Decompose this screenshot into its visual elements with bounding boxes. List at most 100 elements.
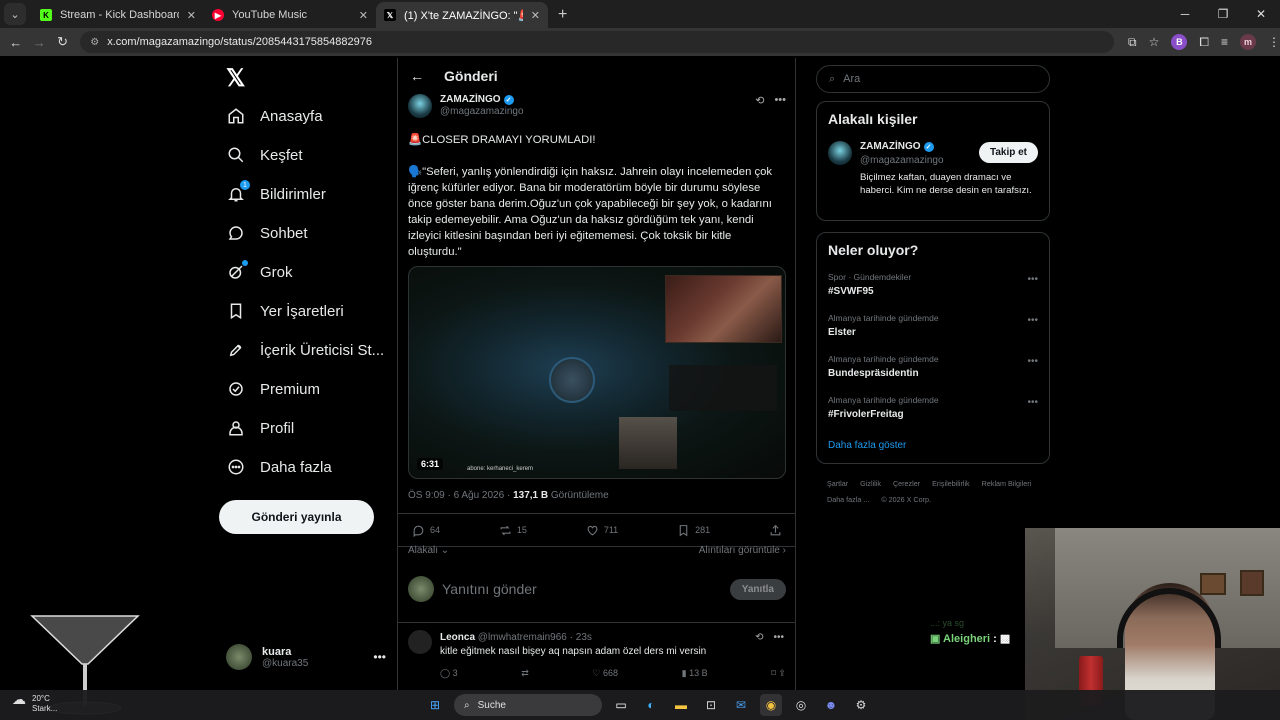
heart-icon xyxy=(587,525,598,535)
nav-premium[interactable]: Premium xyxy=(226,379,320,399)
bookmark-button[interactable]: 281 xyxy=(677,524,710,537)
nav-home[interactable]: Anasayfa xyxy=(226,106,323,126)
reply-submit-button[interactable]: Yanıtla xyxy=(729,578,786,600)
bookmark-icon[interactable]: ⌑ ⇪ xyxy=(771,668,786,679)
reply-input[interactable]: Yanıtını gönder xyxy=(442,581,537,597)
weather-widget[interactable]: ☁ 20°C Stark... xyxy=(12,692,57,714)
edge-icon[interactable]: ◐ xyxy=(640,694,662,716)
avatar[interactable] xyxy=(408,630,432,654)
avatar[interactable] xyxy=(828,141,852,165)
media-control-icon[interactable]: ≡ xyxy=(1221,35,1228,49)
more-dots-icon[interactable]: ••• xyxy=(1027,315,1038,326)
nav-bookmarks[interactable]: Yer İşaretleri xyxy=(226,301,344,321)
tab-youtube-music[interactable]: ▶ YouTube Music ✕ xyxy=(204,2,376,28)
nav-notifications[interactable]: 1 Bildirimler xyxy=(226,180,326,204)
show-more-link[interactable]: Daha fazla göster xyxy=(828,440,1038,451)
follow-button[interactable]: Takip et xyxy=(978,142,1038,163)
more-dots-icon[interactable]: ••• xyxy=(773,632,784,643)
nav-explore[interactable]: Keşfet xyxy=(226,145,303,165)
bookmark-star-icon[interactable]: ☆ xyxy=(1149,35,1160,49)
settings-gear-icon[interactable]: ⚙ xyxy=(850,694,872,716)
install-app-icon[interactable]: ⧉ xyxy=(1128,35,1137,50)
footer-link[interactable]: Şartlar xyxy=(827,476,848,492)
windows-start-icon[interactable]: ⊞ xyxy=(424,694,446,716)
chat-line: ...: ya sg xyxy=(930,618,965,628)
post-time[interactable]: ÖS 9:09 · 6 Ağu 2026 · xyxy=(408,490,513,501)
browser-menu-icon[interactable]: ⋮ xyxy=(1268,35,1280,49)
extension-icon[interactable]: B xyxy=(1171,34,1188,50)
nav-more[interactable]: Daha fazla xyxy=(226,457,332,477)
task-view-icon[interactable]: ▭ xyxy=(610,694,632,716)
grok-explain-icon[interactable]: ⟲ xyxy=(755,632,763,643)
trend-item[interactable]: Almanya tarihinde gündemde Bundespräside… xyxy=(828,352,1038,393)
forward-icon[interactable]: → xyxy=(27,35,50,50)
nav-chat[interactable]: Sohbet xyxy=(226,223,308,243)
reply-button[interactable]: ◯ 3 xyxy=(440,668,458,679)
footer-link[interactable]: Gizlilik xyxy=(860,476,881,492)
trend-item[interactable]: Almanya tarihinde gündemde Elster ••• xyxy=(828,311,1038,352)
site-info-icon[interactable]: ⚙ xyxy=(90,37,99,48)
back-arrow-icon[interactable]: ← xyxy=(410,68,424,84)
minimize-icon[interactable]: ─ xyxy=(1166,0,1204,28)
account-switcher[interactable]: kuara @kuara35 ••• xyxy=(226,644,386,670)
like-button[interactable]: 711 xyxy=(586,524,618,537)
extensions-puzzle-icon[interactable]: ⧠ xyxy=(1199,35,1209,50)
bookmark-icon xyxy=(679,524,688,536)
nav-grok[interactable]: Grok xyxy=(226,260,293,282)
file-explorer-icon[interactable]: ▬ xyxy=(670,694,692,716)
footer-link[interactable]: Erişilebilirlik xyxy=(932,476,970,492)
author-name-row[interactable]: ZAMAZİNGO ✓ xyxy=(440,94,524,105)
search-input[interactable]: ⌕ Ara xyxy=(816,65,1050,93)
store-icon[interactable]: ⊡ xyxy=(700,694,722,716)
view-quotes-link[interactable]: Alıntıları görüntüle › xyxy=(699,545,786,556)
taskbar-search[interactable]: ⌕ Suche xyxy=(454,694,602,716)
trend-item[interactable]: Almanya tarihinde gündemde #FrivolerFrei… xyxy=(828,393,1038,434)
reload-icon[interactable]: ↻ xyxy=(51,34,74,50)
tab-search-button[interactable]: ⌄ xyxy=(4,3,26,25)
profile-avatar[interactable]: m xyxy=(1240,34,1257,50)
reply-author-name[interactable]: Leonca xyxy=(440,632,475,643)
related-person[interactable]: ZAMAZİNGO ✓ @magazamazingo Takip et Biçil… xyxy=(828,141,1038,205)
nav-label: Sohbet xyxy=(260,224,308,242)
chrome-icon[interactable]: ◉ xyxy=(760,694,782,716)
back-icon[interactable]: ← xyxy=(4,35,27,50)
more-dots-icon[interactable]: ••• xyxy=(1027,274,1038,285)
nav-profile[interactable]: Profil xyxy=(226,418,294,438)
author-handle[interactable]: @magazamazingo xyxy=(440,106,524,117)
footer-link[interactable]: Daha fazla ... xyxy=(827,492,869,508)
url-field[interactable]: ⚙ x.com/magazamazingo/status/20854431758… xyxy=(80,31,1115,53)
obs-icon[interactable]: ◎ xyxy=(790,694,812,716)
tab-x-post[interactable]: 𝕏 (1) X'te ZAMAZİNGO: "🚨CLOSE ✕ xyxy=(376,2,548,28)
share-button[interactable] xyxy=(769,524,782,537)
sort-related-button[interactable]: Alakalı ⌄ xyxy=(408,545,449,556)
like-button[interactable]: ♡ 668 xyxy=(592,668,618,679)
restore-icon[interactable]: ❐ xyxy=(1204,0,1242,28)
trend-item[interactable]: Spor · Gündemdekiler #SVWF95 ••• xyxy=(828,270,1038,311)
discord-icon[interactable]: ☻ xyxy=(820,694,842,716)
mail-icon[interactable]: ✉ xyxy=(730,694,752,716)
repost-button[interactable]: 15 xyxy=(499,524,527,537)
more-dots-icon[interactable]: ••• xyxy=(1027,356,1038,367)
new-tab-icon[interactable]: + xyxy=(558,6,567,24)
close-tab-icon[interactable]: ✕ xyxy=(359,9,368,22)
more-dots-icon[interactable]: ••• xyxy=(774,94,786,118)
more-dots-icon[interactable]: ••• xyxy=(373,650,386,664)
footer-link[interactable]: Çerezler xyxy=(893,476,920,492)
close-window-icon[interactable]: ✕ xyxy=(1242,0,1280,28)
close-tab-icon[interactable]: ✕ xyxy=(531,9,540,22)
more-dots-icon[interactable]: ••• xyxy=(1027,397,1038,408)
nav-label: Yer İşaretleri xyxy=(260,302,344,320)
close-tab-icon[interactable]: ✕ xyxy=(187,9,196,22)
post-button[interactable]: Gönderi yayınla xyxy=(219,500,374,534)
repost-icon[interactable]: ⇄ xyxy=(521,668,529,679)
nav-creator-studio[interactable]: İçerik Üreticisi St... xyxy=(226,340,384,360)
tab-kick[interactable]: K Stream - Kick Dashboard ✕ xyxy=(32,2,204,28)
avatar[interactable] xyxy=(408,94,432,118)
grok-explain-icon[interactable]: ⟲ xyxy=(755,94,764,118)
views-button[interactable]: ▮ 13 B xyxy=(682,668,708,679)
reply-button[interactable]: 64 xyxy=(412,524,440,537)
x-logo-icon[interactable]: 𝕏 xyxy=(226,64,245,93)
footer-link[interactable]: Reklam Bilgileri xyxy=(982,476,1032,492)
video-player[interactable]: 6:31 abone: kerhaneci_kerem xyxy=(408,266,786,479)
search-icon: ⌕ xyxy=(464,699,470,711)
